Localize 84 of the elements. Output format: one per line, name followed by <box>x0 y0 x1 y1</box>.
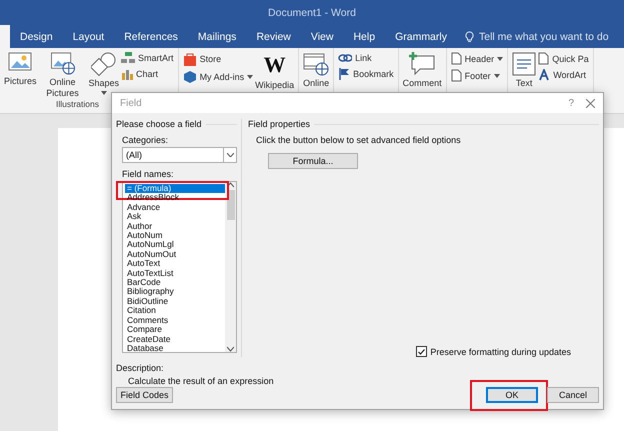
dialog-button[interactable]: OK <box>486 387 538 403</box>
tell-me-field[interactable]: Tell me what you want to do <box>456 25 617 48</box>
group-heading: Please choose a field <box>116 119 202 129</box>
chevron-down-icon <box>227 346 234 352</box>
flag-icon <box>338 68 350 80</box>
hierarchy-icon <box>121 52 136 64</box>
categories-label: Categories: <box>122 135 170 145</box>
bar-chart-icon <box>121 68 134 80</box>
ribbon-tab[interactable]: Layout <box>62 25 114 48</box>
list-item[interactable]: Citation <box>125 306 225 316</box>
list-item[interactable]: AutoNumLgl <box>125 240 225 250</box>
list-item[interactable]: BarCode <box>125 278 225 288</box>
list-item[interactable]: AutoNum <box>125 231 225 240</box>
ribbon-button[interactable]: Footer <box>450 69 504 82</box>
checkbox-label: Preserve formatting during updates <box>430 346 571 356</box>
ribbon-button[interactable]: Store <box>182 52 254 66</box>
ribbon-button[interactable]: SmartArt <box>121 52 174 64</box>
ribbon-button[interactable]: Link <box>338 52 394 64</box>
list-item[interactable]: BidiOutline <box>125 296 225 306</box>
ribbon-tab[interactable]: View <box>300 25 344 48</box>
page-icon <box>450 52 462 65</box>
list-item[interactable]: AutoNumOut <box>125 250 225 260</box>
film-globe-icon <box>303 52 330 76</box>
list-item[interactable]: Advance <box>125 202 225 212</box>
help-button[interactable]: ? <box>568 98 574 108</box>
ribbon-button[interactable]: Text <box>512 48 536 99</box>
ribbon-button[interactable]: Online Pictures <box>38 48 87 99</box>
page-icon <box>450 69 462 82</box>
page-icon <box>538 52 550 65</box>
cube-icon <box>182 70 197 84</box>
formula-button[interactable]: Formula... <box>268 153 358 169</box>
scrollbar[interactable] <box>225 182 236 352</box>
ribbon-button[interactable]: Comment <box>402 48 442 99</box>
ribbon-button[interactable]: Pictures <box>4 48 37 99</box>
ribbon-button[interactable]: Online <box>303 48 330 99</box>
categories-dropdown[interactable]: (All) <box>122 147 237 163</box>
hint-text: Click the button below to set advanced field options <box>256 135 462 145</box>
description-label: Description: <box>116 363 165 373</box>
link-icon <box>338 52 352 64</box>
ribbon-tab[interactable]: Help <box>343 25 386 48</box>
bag-icon <box>182 52 197 66</box>
group-heading: Field properties <box>248 119 310 129</box>
window-title: Document1 - Word <box>268 6 356 18</box>
checkbox[interactable] <box>416 346 428 357</box>
lightbulb-icon <box>464 30 474 42</box>
list-item[interactable]: = (Formula) <box>125 184 225 194</box>
ribbon-tab[interactable]: Grammarly <box>385 25 457 48</box>
text-box-icon <box>512 52 536 76</box>
list-item[interactable]: Compare <box>125 325 225 334</box>
chevron-down-icon <box>226 153 234 157</box>
ribbon-button[interactable]: Header <box>450 52 504 65</box>
ribbon-tab[interactable]: Mailings <box>188 25 246 48</box>
list-item[interactable]: AutoText <box>125 259 225 269</box>
logo: W <box>264 52 286 78</box>
checkmark-icon <box>418 348 426 354</box>
group-label: Illustrations <box>56 99 99 109</box>
ribbon-button[interactable]: Quick Pa <box>538 52 589 65</box>
wordart-icon <box>538 69 550 81</box>
shapes-icon <box>90 52 117 76</box>
description-text: Calculate the result of an expression <box>128 376 275 386</box>
list-item[interactable]: Comments <box>125 316 225 326</box>
dialog-title: Field <box>120 98 143 108</box>
ribbon-tab[interactable]: Design <box>10 25 63 48</box>
ribbon-button[interactable]: Bookmark <box>338 68 394 80</box>
ribbon-button[interactable]: Chart <box>121 68 174 80</box>
list-item[interactable]: Database <box>125 344 225 354</box>
dialog-button[interactable]: Cancel <box>547 387 599 403</box>
list-item[interactable]: CreateDate <box>125 334 225 344</box>
ribbon-button[interactable]: My Add-ins <box>182 70 254 84</box>
scroll-thumb[interactable] <box>226 190 234 220</box>
ribbon-tab[interactable]: References <box>114 25 188 48</box>
list-item[interactable]: Bibliography <box>125 287 225 297</box>
list-item[interactable]: AutoTextList <box>125 268 225 278</box>
list-item[interactable]: Author <box>125 222 225 232</box>
field-names-label: Field names: <box>122 169 175 179</box>
image-globe-icon <box>50 52 76 75</box>
chevron-up-icon <box>227 182 234 188</box>
ribbon-tab[interactable]: Review <box>246 25 301 48</box>
close-icon[interactable] <box>586 98 595 108</box>
list-item[interactable]: Ask <box>125 212 225 222</box>
ribbon-button[interactable]: WordArt <box>538 69 589 81</box>
field-codes-button[interactable]: Field Codes <box>116 387 173 403</box>
ribbon-button[interactable]: Shapes <box>88 48 120 99</box>
speech-bubble-icon <box>408 52 436 76</box>
